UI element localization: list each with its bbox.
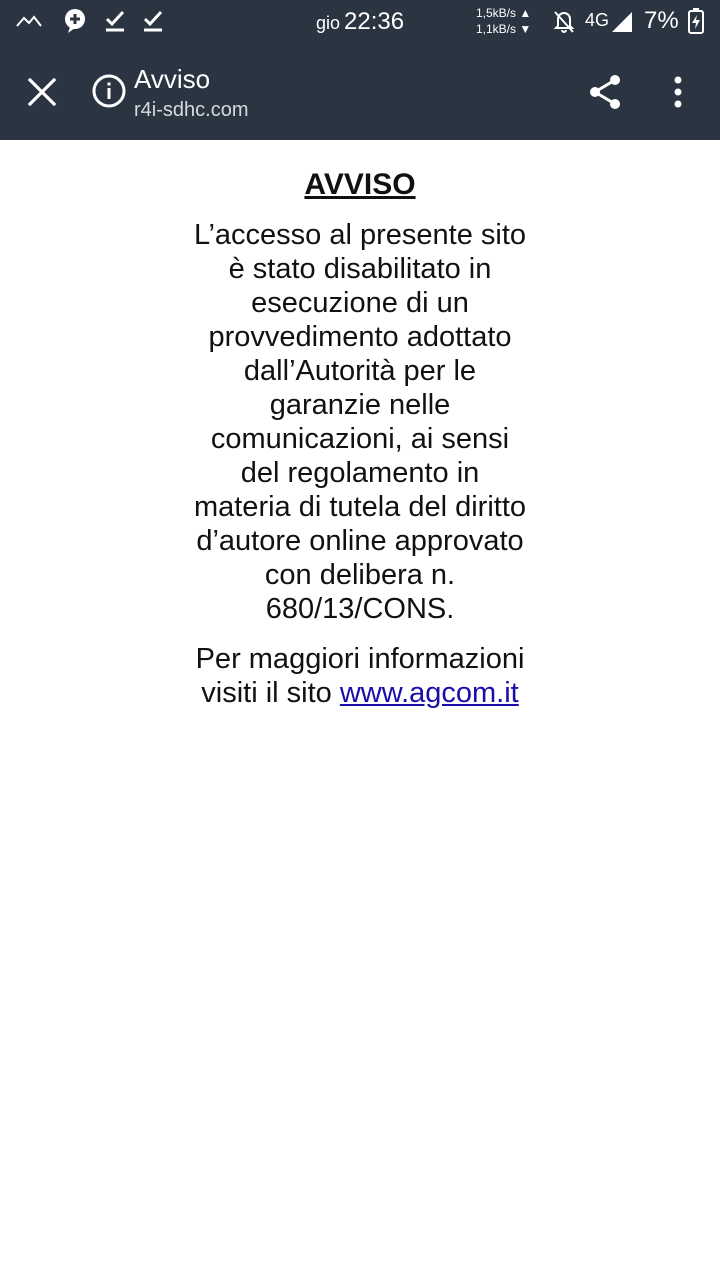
battery-charging-icon — [688, 8, 704, 34]
down-arrow-icon: ▼ — [519, 22, 532, 36]
mountain-icon — [16, 15, 42, 27]
battery-percent: 7% — [644, 7, 679, 34]
clock: gio 22:36 — [316, 8, 404, 36]
status-bar: gio 22:36 1,5kB/s ▲ 1,1kB/s ▼ 4G 7% — [0, 0, 720, 44]
notice-block: AVVISO L’accesso al presente sito è stat… — [190, 168, 530, 710]
mute-icon — [553, 11, 575, 33]
upload-speed: 1,5kB/s — [476, 6, 517, 20]
info-icon[interactable] — [90, 72, 128, 110]
notice-more-info: Per maggiori informazioni visiti il sito… — [190, 642, 530, 710]
day-label: gio — [316, 13, 341, 33]
download-done-icon — [105, 10, 125, 32]
notice-body: L’accesso al presente sito è stato disab… — [193, 219, 527, 625]
time-label: 22:36 — [344, 8, 405, 35]
chat-plus-icon — [65, 9, 85, 33]
download-done-icon — [143, 10, 163, 32]
page-url: r4i-sdhc.com — [134, 99, 249, 121]
share-icon[interactable] — [584, 70, 628, 114]
network-speed: 1,5kB/s ▲ 1,1kB/s ▼ — [476, 5, 531, 37]
custom-tab-toolbar: Avviso r4i-sdhc.com — [0, 44, 720, 140]
agcom-link[interactable]: www.agcom.it — [340, 677, 519, 709]
download-speed: 1,1kB/s — [476, 22, 517, 36]
signal-icon — [612, 12, 632, 32]
notice-title: AVVISO — [304, 168, 416, 201]
page-title: Avviso — [134, 64, 211, 94]
network-type: 4G — [585, 10, 610, 30]
close-icon[interactable] — [20, 70, 64, 114]
page-content: AVVISO L’accesso al presente sito è stat… — [0, 140, 720, 1280]
more-vert-icon[interactable] — [656, 70, 700, 114]
up-arrow-icon: ▲ — [519, 6, 532, 20]
